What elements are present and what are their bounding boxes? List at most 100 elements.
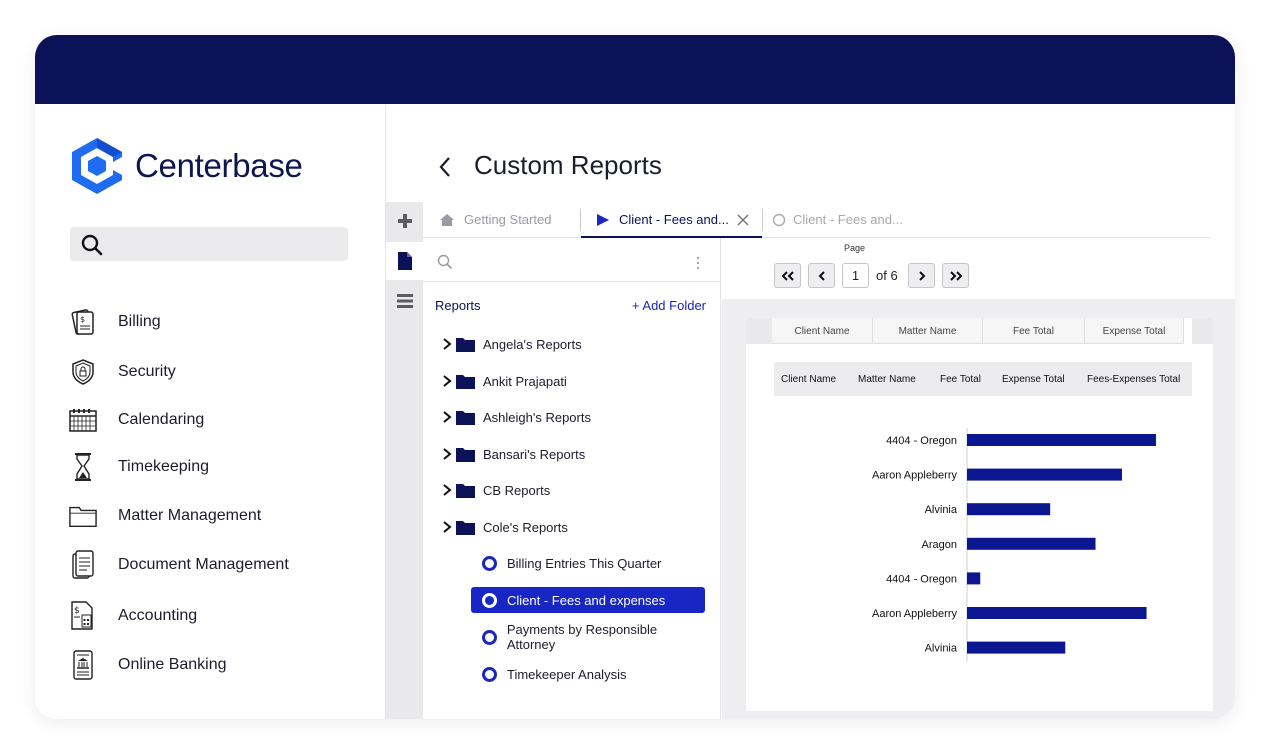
chevron-right-icon bbox=[443, 375, 452, 387]
header-cell: Fee Total bbox=[983, 318, 1085, 344]
accounting-icon: $ bbox=[69, 601, 97, 631]
centerbase-logo-icon bbox=[72, 138, 122, 194]
folder-item[interactable]: Ankit Prajapati bbox=[441, 371, 567, 391]
chevron-right-icon bbox=[918, 270, 925, 281]
chevron-right-icon bbox=[443, 521, 452, 533]
bar bbox=[967, 503, 1051, 516]
folder-label: Angela's Reports bbox=[483, 336, 582, 352]
folder-icon bbox=[456, 410, 475, 425]
more-vertical-icon[interactable] bbox=[696, 256, 700, 270]
sidebar-item-timekeeping[interactable]: Timekeeping bbox=[69, 451, 209, 483]
folder-icon bbox=[456, 483, 475, 498]
page-caption: Page bbox=[844, 243, 866, 253]
last-page-button[interactable] bbox=[942, 263, 969, 288]
page-title: Custom Reports bbox=[474, 150, 662, 180]
bank-icon bbox=[69, 650, 97, 680]
brand-logo[interactable]: Centerbase bbox=[69, 136, 303, 196]
folder-item[interactable]: CB Reports bbox=[441, 480, 550, 500]
page-count: of 6 bbox=[876, 268, 898, 283]
app-window: Centerbase $ Billing Security Calendarin bbox=[35, 35, 1235, 719]
tool-rail bbox=[386, 202, 423, 719]
sidebar-item-billing[interactable]: $ Billing bbox=[69, 306, 161, 338]
top-bar bbox=[35, 35, 1235, 104]
billing-icon: $ bbox=[69, 307, 97, 337]
folder-icon bbox=[456, 520, 475, 535]
add-report-button[interactable] bbox=[386, 202, 423, 240]
bar-label: Alvinia bbox=[925, 643, 958, 655]
search-icon bbox=[437, 254, 453, 270]
tab-label: Getting Started bbox=[464, 212, 552, 227]
first-page-button[interactable] bbox=[774, 263, 801, 288]
tab-client-fees-active[interactable]: Client - Fees and... bbox=[596, 201, 749, 238]
folder-item[interactable]: Cole's Reports bbox=[441, 517, 568, 537]
double-chevron-right-icon bbox=[949, 270, 962, 281]
folder-item[interactable]: Angela's Reports bbox=[441, 334, 582, 354]
report-tree-panel: Reports + Add Folder Angela's Reports An… bbox=[423, 238, 721, 719]
tab-getting-started[interactable]: Getting Started bbox=[439, 201, 551, 238]
folder-label: Ankit Prajapati bbox=[483, 373, 567, 389]
report-circle-icon bbox=[482, 592, 497, 608]
play-icon bbox=[597, 213, 609, 226]
document-icon bbox=[69, 550, 97, 580]
sidebar-item-accounting[interactable]: $ Accounting bbox=[69, 600, 197, 632]
report-header-row: Client Name Matter Name Fee Total Expens… bbox=[772, 318, 1184, 344]
sidebar-item-matter-management[interactable]: Matter Management bbox=[69, 500, 261, 532]
tab-client-fees-2[interactable]: Client - Fees and... bbox=[772, 201, 903, 238]
report-item[interactable]: Billing Entries This Quarter bbox=[471, 550, 705, 576]
folder-label: Bansari's Reports bbox=[483, 446, 586, 462]
column-header: Fees-Expenses Total bbox=[1087, 374, 1181, 385]
next-page-button[interactable] bbox=[908, 263, 935, 288]
report-viewer: Page 1 of 6 Client Name Matter Name Fee … bbox=[722, 238, 1235, 719]
back-button[interactable] bbox=[438, 156, 452, 183]
menu-icon bbox=[396, 294, 413, 308]
sidebar-item-label: Accounting bbox=[118, 607, 198, 624]
report-item[interactable]: Payments by Responsible Attorney bbox=[471, 622, 705, 652]
folder-icon bbox=[456, 337, 475, 352]
report-column-header-row: Client Name Matter Name Fee Total Expens… bbox=[774, 362, 1192, 396]
sidebar-item-document-management[interactable]: Document Management bbox=[69, 549, 289, 581]
chevron-right-icon bbox=[443, 338, 452, 350]
previous-page-button[interactable] bbox=[808, 263, 835, 288]
report-label: Billing Entries This Quarter bbox=[507, 555, 662, 571]
close-icon[interactable] bbox=[737, 214, 749, 226]
bar bbox=[967, 641, 1066, 654]
report-item[interactable]: Timekeeper Analysis bbox=[471, 661, 705, 687]
bar bbox=[967, 468, 1122, 481]
report-item-selected[interactable]: Client - Fees and expenses bbox=[471, 587, 705, 613]
column-header: Client Name bbox=[781, 374, 837, 385]
column-header: Expense Total bbox=[1002, 374, 1065, 385]
folder-icon bbox=[456, 374, 475, 389]
header-cell: Expense Total bbox=[1085, 318, 1184, 344]
svg-text:$: $ bbox=[80, 315, 85, 324]
sidebar: Centerbase $ Billing Security Calendarin bbox=[35, 104, 386, 719]
header-cell: Client Name bbox=[772, 318, 873, 344]
folder-item[interactable]: Bansari's Reports bbox=[441, 444, 585, 464]
plus-icon bbox=[397, 214, 412, 228]
page-number-input[interactable]: 1 bbox=[842, 263, 869, 288]
add-folder-link[interactable]: + Add Folder bbox=[632, 298, 706, 313]
circle-icon bbox=[772, 213, 786, 226]
sidebar-item-online-banking[interactable]: Online Banking bbox=[69, 649, 227, 681]
header-cap bbox=[746, 318, 772, 344]
chevron-left-icon bbox=[439, 157, 450, 177]
list-view-button[interactable] bbox=[386, 282, 423, 320]
sidebar-item-label: Calendaring bbox=[118, 411, 205, 428]
tree-search-input[interactable] bbox=[423, 238, 721, 282]
main-panel: Custom Reports Getting Started Client - … bbox=[386, 104, 1235, 719]
bar-label: Alvinia bbox=[925, 504, 958, 516]
sidebar-search-input[interactable] bbox=[70, 227, 348, 261]
report-circle-icon bbox=[482, 629, 497, 645]
sidebar-item-security[interactable]: Security bbox=[69, 356, 176, 388]
double-chevron-left-icon bbox=[781, 270, 794, 281]
sidebar-item-label: Online Banking bbox=[118, 656, 227, 673]
file-icon bbox=[397, 252, 412, 270]
sidebar-item-calendaring[interactable]: Calendaring bbox=[69, 404, 204, 436]
bar bbox=[967, 537, 1096, 550]
reports-view-button[interactable] bbox=[386, 242, 423, 280]
folder-label: CB Reports bbox=[483, 482, 551, 498]
folder-item[interactable]: Ashleigh's Reports bbox=[441, 407, 591, 427]
bar bbox=[967, 572, 981, 585]
client-fees-bar-chart: 4404 - Oregon Aaron Appleberry Alvinia Arag… bbox=[872, 428, 1156, 662]
column-header: Fee Total bbox=[940, 374, 981, 385]
folder-label: Ashleigh's Reports bbox=[483, 409, 591, 425]
